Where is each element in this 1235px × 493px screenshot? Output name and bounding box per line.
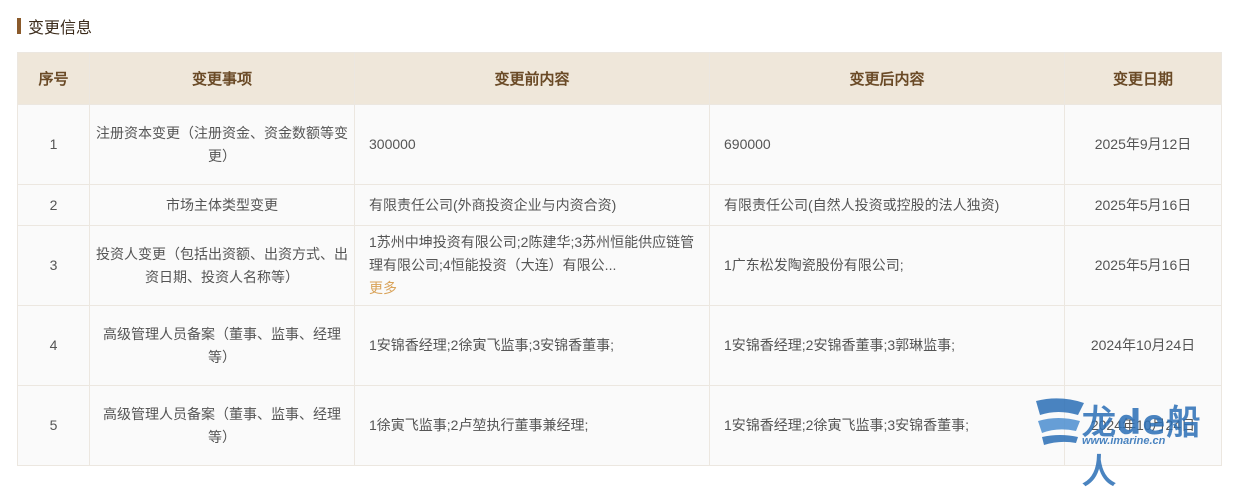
row-index: 4 <box>17 305 90 386</box>
row-date: 2025年5月16日 <box>1064 225 1222 306</box>
row-item: 市场主体类型变更 <box>89 184 355 226</box>
row-index: 3 <box>17 225 90 306</box>
ship-logo-icon <box>1036 398 1084 445</box>
table-row: 3 投资人变更（包括出资额、出资方式、出资日期、投资人名称等） 1苏州中坤投资有… <box>17 225 1222 306</box>
column-header-date: 变更日期 <box>1064 52 1222 105</box>
row-after: 1安锦香经理;2徐寅飞监事;3安锦香董事; <box>709 385 1065 466</box>
column-header-after: 变更后内容 <box>709 52 1065 105</box>
row-item: 投资人变更（包括出资额、出资方式、出资日期、投资人名称等） <box>89 225 355 306</box>
table-row: 4 高级管理人员备案（董事、监事、经理等） 1安锦香经理;2徐寅飞监事;3安锦香… <box>17 305 1222 386</box>
column-header-item: 变更事项 <box>89 52 355 105</box>
row-item: 高级管理人员备案（董事、监事、经理等） <box>89 305 355 386</box>
table-row: 2 市场主体类型变更 有限责任公司(外商投资企业与内资合资) 有限责任公司(自然… <box>17 184 1222 226</box>
row-index: 1 <box>17 104 90 185</box>
row-after: 1广东松发陶瓷股份有限公司; <box>709 225 1065 306</box>
watermark-url: www.imarine.cn <box>1082 435 1166 447</box>
section-header: 变更信息 <box>17 16 93 37</box>
column-header-before: 变更前内容 <box>354 52 710 105</box>
table-header-row: 序号 变更事项 变更前内容 变更后内容 变更日期 <box>17 52 1222 105</box>
row-date: 2024年10月24日 <box>1064 305 1222 386</box>
row-before: 300000 <box>354 104 710 185</box>
row-date: 2025年9月12日 <box>1064 104 1222 185</box>
section-title: 变更信息 <box>28 20 93 37</box>
watermark-logo: 龙de船人 www.imarine.cn <box>1032 393 1212 492</box>
row-before: 1徐寅飞监事;2卢堃执行董事兼经理; <box>354 385 710 466</box>
row-before: 1苏州中坤投资有限公司;2陈建华;3苏州恒能供应链管理有限公司;4恒能投资（大连… <box>369 234 695 273</box>
row-before-cell: 1苏州中坤投资有限公司;2陈建华;3苏州恒能供应链管理有限公司;4恒能投资（大连… <box>354 225 710 306</box>
row-item: 高级管理人员备案（董事、监事、经理等） <box>89 385 355 466</box>
row-before: 有限责任公司(外商投资企业与内资合资) <box>354 184 710 226</box>
row-after: 有限责任公司(自然人投资或控股的法人独资) <box>709 184 1065 226</box>
row-item: 注册资本变更（注册资金、资金数额等变更） <box>89 104 355 185</box>
row-index: 2 <box>17 184 90 226</box>
row-before: 1安锦香经理;2徐寅飞监事;3安锦香董事; <box>354 305 710 386</box>
row-index: 5 <box>17 385 90 466</box>
column-header-index: 序号 <box>17 52 90 105</box>
more-link[interactable]: 更多 <box>369 277 701 300</box>
table-row: 1 注册资本变更（注册资金、资金数额等变更） 300000 690000 202… <box>17 104 1222 185</box>
row-after: 1安锦香经理;2安锦香董事;3郭琳监事; <box>709 305 1065 386</box>
row-after: 690000 <box>709 104 1065 185</box>
section-accent-bar <box>17 18 21 34</box>
row-date: 2025年5月16日 <box>1064 184 1222 226</box>
